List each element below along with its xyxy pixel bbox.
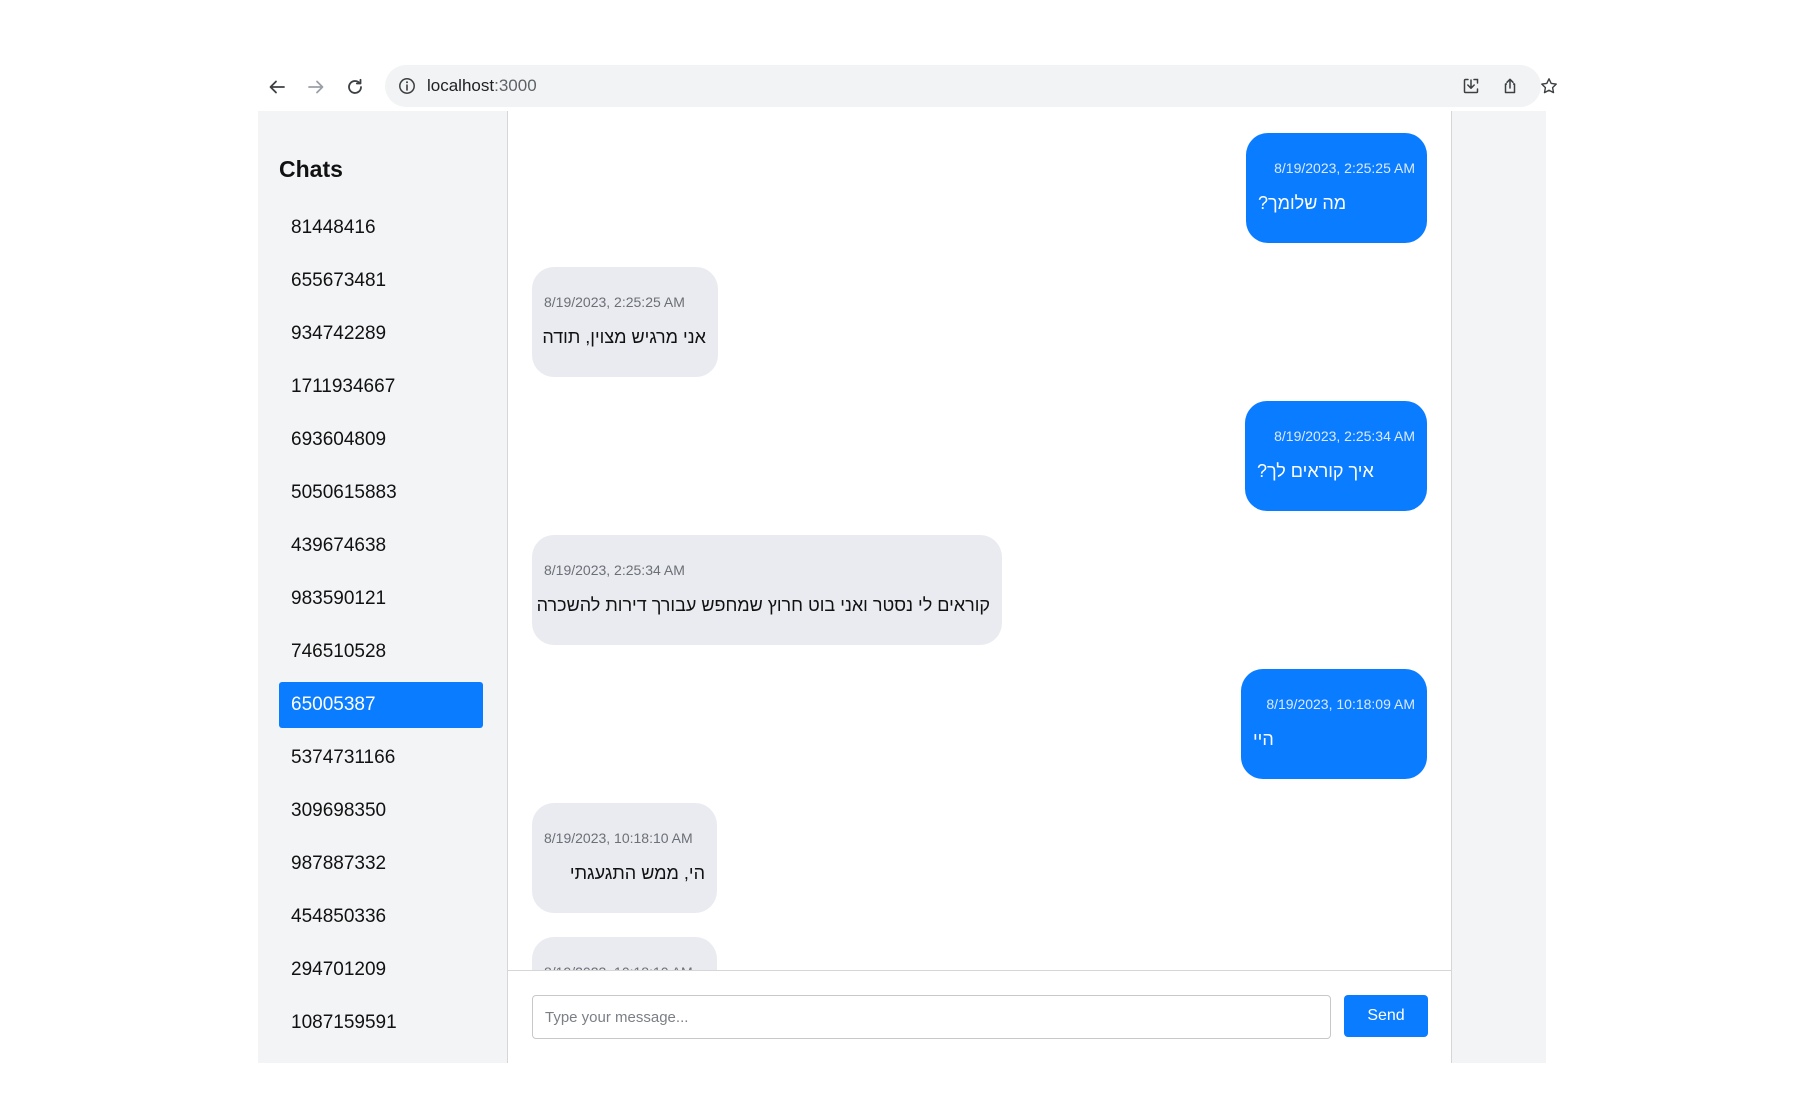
arrow-left-icon [269,80,285,94]
chat-list-item[interactable]: 983590121 [279,576,483,622]
message-timestamp: 8/19/2023, 2:25:25 AM [544,294,685,310]
message-timestamp: 8/19/2023, 2:25:34 AM [1274,428,1415,444]
received-message: 8/19/2023, 2:25:34 AM קוראים לי נסטר ואני… [532,535,1002,645]
url-text[interactable]: localhost:3000 [427,76,537,96]
back-button[interactable] [262,72,292,102]
star-icon [1541,78,1557,94]
sidebar-title: Chats [279,156,343,182]
share-icon [1504,78,1516,94]
arrow-right-icon [308,80,324,94]
chat-list-item[interactable]: 1711934667 [279,364,483,410]
chat-list-item[interactable]: 746510528 [279,629,483,675]
sent-message: 8/19/2023, 2:25:25 AM מה שלומך? [1246,133,1427,243]
chat-list-item[interactable]: 309698350 [279,788,483,834]
url-host: localhost [427,76,495,95]
message-timestamp: 8/19/2023, 10:18:09 AM [1266,696,1415,712]
chat-sidebar: Chats 81448416 655673481 934742289 17119346… [258,111,508,1063]
chat-list-item[interactable]: 987887332 [279,841,483,887]
chat-list-item[interactable]: 693604809 [279,417,483,463]
sent-message: 8/19/2023, 2:25:34 AM איך קוראים לך? [1245,401,1427,511]
message-text: מה שלומך? [1258,193,1347,213]
message-text: אני מרגיש מצוין, תודה [542,327,706,347]
chat-list-item[interactable]: 934742289 [279,311,483,357]
sent-message: 8/19/2023, 10:18:09 AM היי [1241,669,1427,779]
url-port: :3000 [494,76,537,95]
received-message: 8/19/2023, 2:25:25 AM אני מרגיש מצוין, תו… [532,267,718,377]
browser-toolbar: localhost:3000 [258,63,1557,111]
browser-window: localhost:3000 Chats 81448416 655673481 93… [258,63,1557,1063]
chat-list-item[interactable]: 1087159591 [279,1000,483,1046]
share-button[interactable] [1499,75,1521,97]
chat-list-item[interactable]: 81448416 [279,205,483,251]
chat-list-item[interactable]: 439674638 [279,523,483,569]
chat-list-item[interactable]: 5374731166 [279,735,483,781]
chat-list-item[interactable]: 65005387 [279,682,483,728]
message-timestamp: 8/19/2023, 2:25:25 AM [1274,160,1415,176]
chat-list-item[interactable]: 454850336 [279,894,483,940]
forward-button[interactable] [301,72,331,102]
message-text: הי, ממש התגעגתי [569,863,705,883]
message-timestamp: 8/19/2023, 2:25:34 AM [544,562,685,578]
message-input[interactable] [532,995,1331,1039]
chat-list: 81448416 655673481 934742289 1711934667 6936… [279,205,483,1053]
message-timestamp: 8/19/2023, 10:18:10 AM [544,963,693,970]
message-timestamp: 8/19/2023, 10:18:10 AM [544,830,693,846]
message-list[interactable]: 8/19/2023, 2:25:25 AM מה שלומך? 8/19/2023,… [508,111,1451,970]
page-viewport: Chats 81448416 655673481 934742289 17119346… [258,111,1546,1063]
message-text: איך קוראים לך? [1257,461,1374,481]
received-message: 8/19/2023, 10:18:10 AM [532,937,717,970]
reload-icon [348,78,362,94]
bookmark-button[interactable] [1538,75,1560,97]
info-icon[interactable] [398,77,416,95]
received-message: 8/19/2023, 10:18:10 AM הי, ממש התגעגתי [532,803,717,913]
chat-list-item[interactable]: 5050615883 [279,470,483,516]
send-button[interactable]: Send [1344,995,1428,1037]
reload-button[interactable] [340,72,370,102]
chat-list-item[interactable]: 655673481 [279,258,483,304]
install-button[interactable] [1460,75,1482,97]
message-text: קוראים לי נסטר ואני בוט חרוץ שמחפש עבורך… [536,595,990,615]
message-composer: Send [508,970,1451,1063]
chat-panel: 8/19/2023, 2:25:25 AM מה שלומך? 8/19/2023,… [508,111,1452,1063]
chat-list-item[interactable]: 294701209 [279,947,483,993]
message-text: היי [1253,729,1274,749]
install-icon [1463,78,1479,94]
address-bar[interactable]: localhost:3000 [385,65,1557,107]
